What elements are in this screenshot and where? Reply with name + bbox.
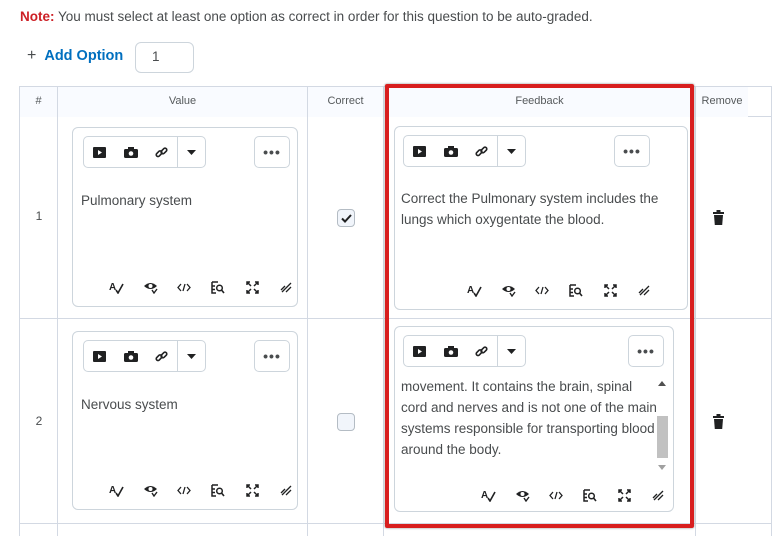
dropdown-caret-icon[interactable] [177,137,205,167]
table-border [695,86,696,536]
row-number: 2 [35,414,43,428]
video-icon[interactable] [84,137,115,167]
spellcheck-icon[interactable]: A [471,486,505,504]
remove-option-button[interactable] [713,210,724,230]
correct-checkbox[interactable] [337,413,355,431]
value-text[interactable]: Nervous system [81,394,291,415]
source-code-icon[interactable] [167,278,201,296]
source-code-icon[interactable] [525,281,559,299]
video-icon[interactable] [84,341,115,371]
svg-text:A: A [467,285,474,296]
link-icon[interactable] [146,137,177,167]
editor-toolbar [83,136,206,168]
table-border [19,86,20,536]
header-number: # [20,87,57,117]
feedback-text[interactable]: Correct the Pulmonary system includes th… [401,188,669,230]
table-border [19,318,772,319]
feedback-scrollbar[interactable] [656,378,669,473]
camera-icon[interactable] [435,336,466,366]
preview-icon[interactable] [559,281,593,299]
resize-handle-icon[interactable] [269,481,303,499]
spellcheck-icon[interactable]: A [99,481,133,499]
trash-icon [713,210,724,225]
editor-toolbar [83,340,206,372]
resize-handle-icon[interactable] [627,281,661,299]
editor-status-bar: A [457,281,661,299]
accessibility-checker-icon[interactable] [133,481,167,499]
feedback-text[interactable]: movement. It contains the brain, spinal … [401,376,659,460]
resize-handle-icon[interactable] [641,486,675,504]
scroll-down-arrow-icon[interactable] [658,465,666,470]
spellcheck-icon[interactable]: A [99,278,133,296]
header-correct: Correct [308,87,383,117]
camera-icon[interactable] [115,137,146,167]
add-option-button[interactable]: + Add Option [27,47,123,65]
more-options-button[interactable]: ••• [628,335,664,367]
note-label: Note: [20,9,55,24]
fullscreen-icon[interactable] [235,481,269,499]
header-value: Value [58,87,307,117]
spellcheck-icon[interactable]: A [457,281,491,299]
link-icon[interactable] [466,136,497,166]
trash-icon [713,414,724,429]
camera-icon[interactable] [115,341,146,371]
value-text[interactable]: Pulmonary system [81,190,291,211]
more-options-button[interactable]: ••• [254,136,290,168]
dropdown-caret-icon[interactable] [177,341,205,371]
note-banner: Note: You must select at least one optio… [20,9,593,24]
camera-icon[interactable] [435,136,466,166]
accessibility-checker-icon[interactable] [133,278,167,296]
link-icon[interactable] [146,341,177,371]
more-options-button[interactable]: ••• [614,135,650,167]
dropdown-caret-icon[interactable] [497,136,525,166]
editor-toolbar [403,335,526,367]
remove-option-button[interactable] [713,414,724,434]
link-icon[interactable] [466,336,497,366]
video-icon[interactable] [404,136,435,166]
row-number: 1 [35,209,43,223]
editor-toolbar [403,135,526,167]
scroll-thumb[interactable] [657,416,668,458]
scroll-up-arrow-icon[interactable] [658,381,666,386]
editor-status-bar: A [99,278,303,296]
resize-handle-icon[interactable] [269,278,303,296]
feedback-editor[interactable]: ••• movement. It contains the brain, spi… [394,326,674,512]
add-option-label: Add Option [44,48,124,64]
accessibility-checker-icon[interactable] [505,486,539,504]
svg-text:A: A [109,282,116,293]
svg-text:A: A [109,485,116,496]
preview-icon[interactable] [201,278,235,296]
table-border [307,86,308,536]
preview-icon[interactable] [201,481,235,499]
svg-text:A: A [481,490,488,501]
header-feedback: Feedback [384,87,695,117]
source-code-icon[interactable] [167,481,201,499]
dropdown-caret-icon[interactable] [497,336,525,366]
accessibility-checker-icon[interactable] [491,281,525,299]
editor-status-bar: A [99,481,303,499]
editor-status-bar: A [471,486,675,504]
table-border [57,86,58,536]
note-text: You must select at least one option as c… [58,9,593,24]
more-options-button[interactable]: ••• [254,340,290,372]
preview-icon[interactable] [573,486,607,504]
value-editor[interactable]: ••• Nervous system A [72,331,298,510]
source-code-icon[interactable] [539,486,573,504]
correct-checkbox[interactable] [337,209,355,227]
fullscreen-icon[interactable] [607,486,641,504]
table-border [383,86,384,536]
value-editor[interactable]: ••• Pulmonary system A [72,127,298,307]
fullscreen-icon[interactable] [593,281,627,299]
option-count-input[interactable]: 1 [135,42,194,73]
video-icon[interactable] [404,336,435,366]
feedback-editor[interactable]: ••• Correct the Pulmonary system include… [394,126,688,310]
plus-icon: + [27,47,37,64]
table-border [19,523,772,524]
fullscreen-icon[interactable] [235,278,269,296]
header-remove: Remove [696,87,748,117]
